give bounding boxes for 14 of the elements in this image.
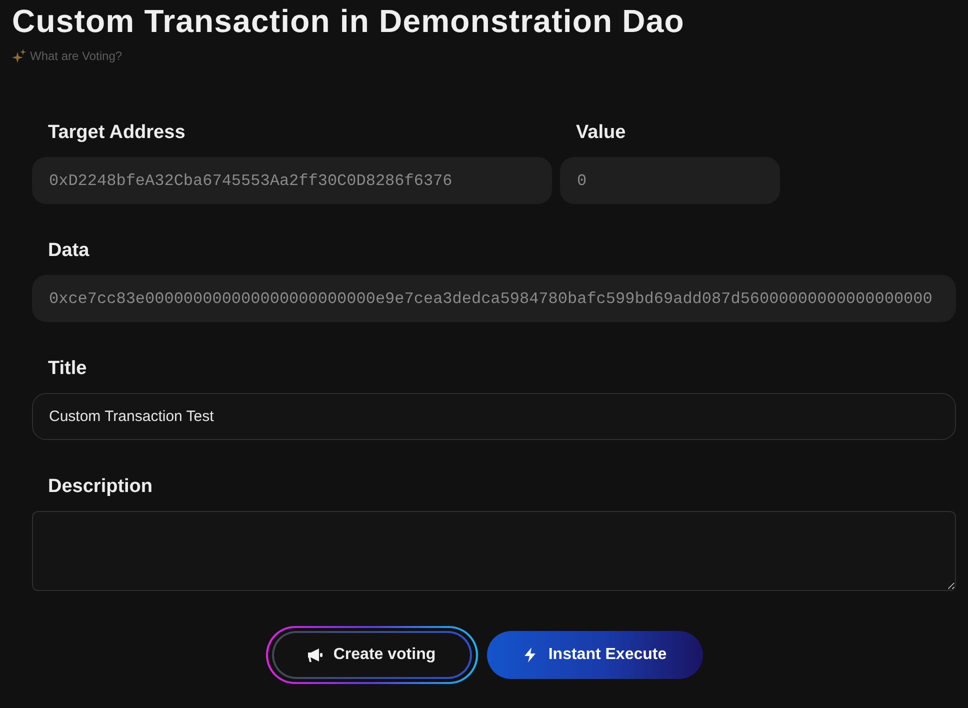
field-label: Target Address [47,121,186,145]
sparkle-icon [12,49,26,63]
text-area[interactable] [32,511,956,591]
primary-button[interactable]: Instant Execute [486,631,702,679]
field-label: Description [47,475,154,499]
lightning-icon [522,647,538,663]
page-title: Custom Transaction in Demonstration Dao [12,2,686,40]
input-field[interactable]: Custom Transaction Test [32,393,956,440]
field-label: Data [47,239,90,263]
megaphone-icon [307,647,324,663]
outline-button[interactable]: Create voting [266,626,478,684]
field-label: Title [47,357,88,381]
help-link[interactable]: What are Voting? [12,48,122,64]
field-label: Value [575,121,627,145]
